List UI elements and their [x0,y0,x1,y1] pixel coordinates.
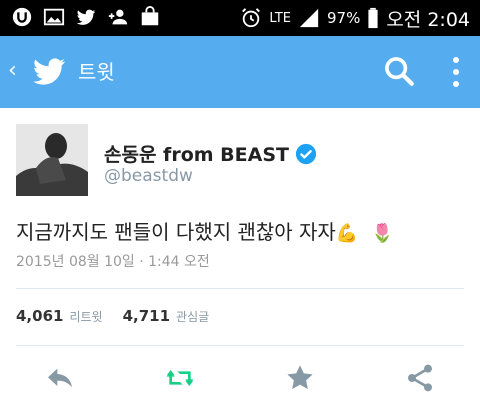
battery-icon [368,7,378,29]
app-notification-icon [12,7,32,27]
tweet-text-content: 지금까지도 팬들이 다했지 괜찮아 자자 [16,220,336,244]
tweet-text: 지금까지도 팬들이 다했지 괜찮아 자자💪 🌷 [16,216,393,245]
twitter-notification-icon [76,9,96,25]
avatar[interactable] [16,124,88,196]
status-bar-notifications [10,6,162,28]
app-bar-title: 트윗 [78,60,115,84]
search-icon[interactable] [382,54,416,88]
favorite-count[interactable]: 4,711 [123,307,170,325]
author-handle[interactable]: @beastdw [104,166,193,186]
twitter-bird-icon[interactable] [28,52,70,90]
app-bar: ‹ 트윗 [0,36,480,108]
share-icon[interactable] [402,362,438,394]
retweet-icon[interactable] [162,362,198,394]
tulip-emoji: 🌷 [370,223,394,244]
battery-percent: 97% [326,9,361,27]
follow-notification-icon [108,9,128,25]
divider [16,345,464,346]
status-bar-system: LTE 97% 오전 2:04 [239,0,470,36]
network-type: LTE [269,10,291,26]
retweet-label[interactable]: 리트윗 [69,308,102,325]
author-name-row[interactable]: 손동운 from BEAST [104,140,317,167]
tweet-action-bar [0,356,480,400]
signal-icon [299,8,319,28]
image-icon [43,8,65,26]
retweet-count[interactable]: 4,061 [16,307,63,325]
flexed-biceps-emoji: 💪 [335,223,359,244]
status-bar: LTE 97% 오전 2:04 [0,0,480,36]
favorite-label[interactable]: 관심글 [176,308,209,325]
shopping-bag-icon [141,6,159,26]
tweet-timestamp: 2015년 08월 10일 · 1:44 오전 [16,254,210,270]
back-chevron-icon[interactable]: ‹ [8,60,17,82]
favorite-star-icon[interactable] [282,362,318,394]
reply-icon[interactable] [42,362,78,394]
divider [16,288,464,289]
verified-badge-icon [295,143,317,164]
more-options-icon[interactable] [446,52,466,92]
alarm-icon [242,8,261,28]
clock: 오전 2:04 [386,8,470,31]
tweet-stats: 4,061 리트윗 4,711 관심글 [16,307,223,325]
avatar-photo [16,124,88,196]
author-display-name[interactable]: 손동운 from BEAST [104,140,289,167]
